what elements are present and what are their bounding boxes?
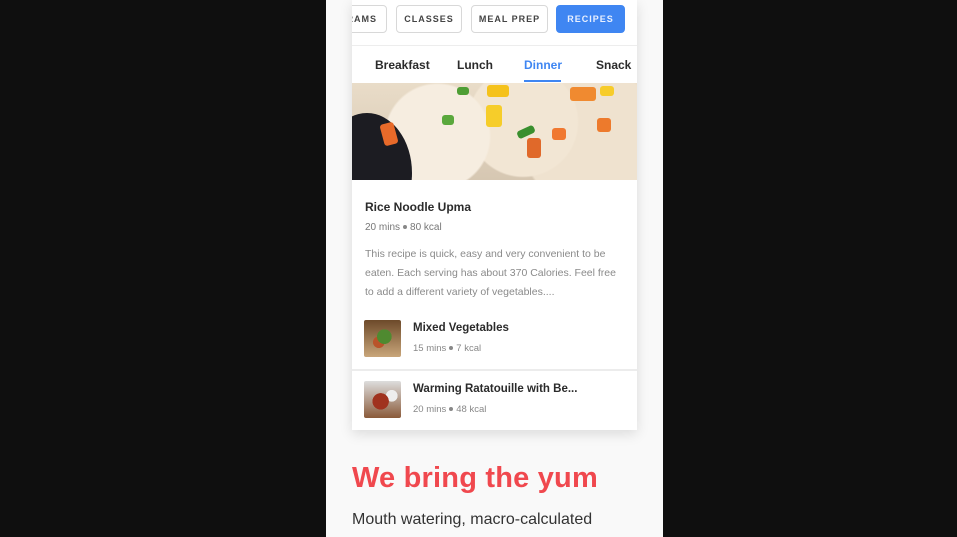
tab-breakfast[interactable]: Breakfast	[375, 58, 430, 72]
recipe-meta: 20 mins 48 kcal	[413, 404, 486, 415]
chip-recipes[interactable]: RECIPES	[556, 5, 625, 33]
recipe-calories: 7 kcal	[456, 343, 482, 354]
recipe-calories: 80 kcal	[410, 222, 442, 233]
carrot-piece	[552, 128, 566, 140]
recipe-list-item[interactable]: Warming Ratatouille with Be... 20 mins 48…	[352, 370, 637, 430]
chip-classes[interactable]: CLASSES	[396, 5, 462, 33]
section-headline: We bring the yum	[352, 462, 598, 494]
recipe-calories: 48 kcal	[456, 404, 487, 415]
featured-recipe-meta: 20 mins 80 kcal	[365, 222, 442, 233]
chip-meal-prep[interactable]: MEAL PREP	[471, 5, 548, 33]
pea-piece	[442, 115, 454, 125]
separator-dot	[403, 225, 408, 230]
plate	[352, 113, 412, 180]
carrot-piece	[527, 138, 541, 158]
mobile-page: RAMS CLASSES MEAL PREP RECIPES Breakfast…	[326, 0, 663, 537]
recipe-list-item[interactable]: Mixed Vegetables 15 mins 7 kcal	[352, 309, 637, 369]
recipe-title: Mixed Vegetables	[413, 322, 509, 334]
tab-snack[interactable]: Snack	[596, 58, 631, 72]
featured-recipe-image[interactable]	[352, 83, 637, 180]
tab-dinner[interactable]: Dinner	[524, 58, 562, 72]
recipes-card: RAMS CLASSES MEAL PREP RECIPES Breakfast…	[352, 0, 637, 430]
chip-programs[interactable]: RAMS	[352, 5, 387, 33]
recipe-thumbnail	[364, 320, 401, 357]
nav-chips: RAMS CLASSES MEAL PREP RECIPES	[352, 5, 637, 33]
recipe-title: Warming Ratatouille with Be...	[413, 383, 578, 395]
recipe-meta: 15 mins 7 kcal	[413, 343, 481, 354]
carrot-piece	[570, 87, 596, 101]
recipe-time: 20 mins	[413, 404, 447, 415]
pea-piece	[457, 87, 469, 95]
carrot-piece	[597, 118, 611, 132]
recipe-time: 15 mins	[413, 343, 447, 354]
active-tab-indicator	[524, 80, 561, 82]
pepper-piece	[486, 105, 502, 127]
separator-dot	[449, 407, 454, 412]
pepper-piece	[600, 86, 614, 96]
separator-dot	[449, 346, 454, 351]
featured-recipe-description: This recipe is quick, easy and very conv…	[365, 248, 616, 298]
section-subheadline: Mouth watering, macro-calculated	[352, 511, 593, 528]
tab-lunch[interactable]: Lunch	[457, 58, 493, 72]
recipe-time: 20 mins	[365, 222, 401, 233]
recipe-thumbnail	[364, 381, 401, 418]
featured-recipe-title[interactable]: Rice Noodle Upma	[365, 200, 471, 214]
meal-tabs: Breakfast Lunch Dinner Snack	[352, 46, 637, 84]
pepper-piece	[487, 85, 509, 97]
